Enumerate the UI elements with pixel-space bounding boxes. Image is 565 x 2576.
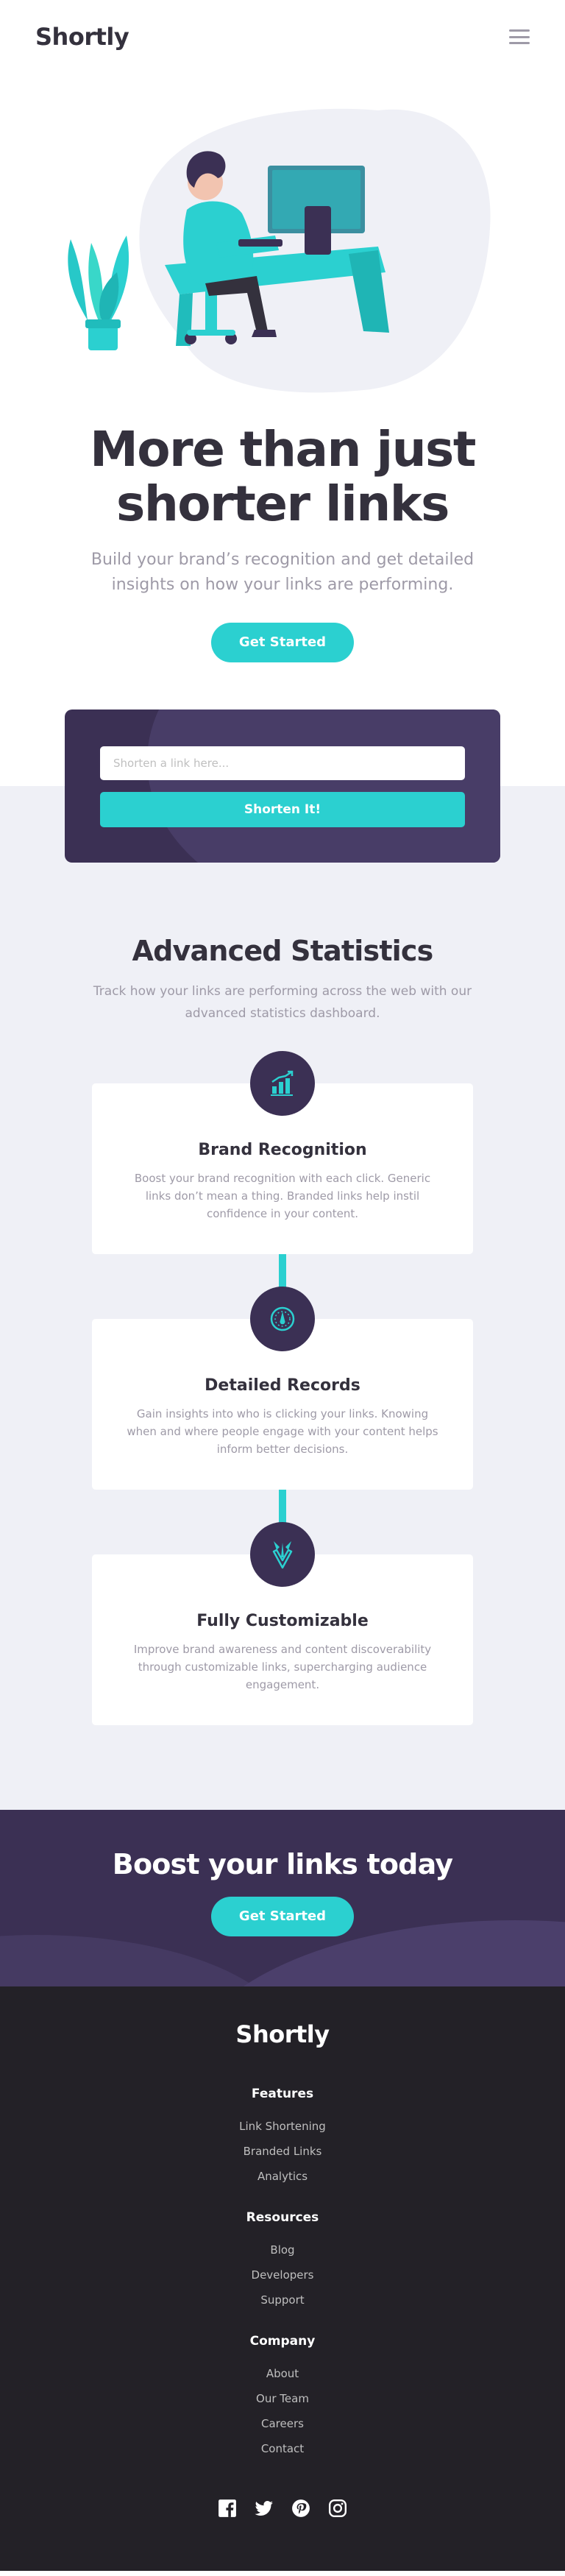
- card-text: Gain insights into who is clicking your …: [127, 1407, 438, 1456]
- footer-link-our-team[interactable]: Our Team: [0, 2391, 565, 2406]
- brush-icon: [250, 1522, 315, 1587]
- hero-title: More than just shorter links: [0, 422, 565, 531]
- footer-features: Features Link Shortening Branded Links A…: [0, 2087, 565, 2184]
- working-illustration: [54, 96, 511, 405]
- stats-title: Advanced Statistics: [132, 935, 434, 967]
- card-text: Improve brand awareness and content disc…: [133, 1643, 432, 1691]
- twitter-icon[interactable]: [255, 2499, 274, 2518]
- footer-heading: Features: [251, 2087, 314, 2101]
- statistics-section: Advanced Statistics Track how your links…: [0, 868, 565, 1810]
- instagram-icon[interactable]: [328, 2499, 347, 2518]
- stat-card: Detailed Records Gain insights into who …: [92, 1287, 473, 1490]
- site-footer: Shortly Features Link Shortening Branded…: [0, 1986, 565, 2571]
- shorten-section: Shorten It!: [0, 710, 565, 874]
- site-header: Shortly: [0, 0, 565, 74]
- hero-title-line-2: shorter links: [116, 475, 449, 532]
- card-detailed-records: Detailed Records Gain insights into who …: [92, 1287, 473, 1490]
- gauge-icon: [250, 1287, 315, 1351]
- shorten-link-input[interactable]: [100, 746, 465, 780]
- footer-heading: Company: [249, 2334, 316, 2349]
- footer-heading: Resources: [246, 2210, 319, 2225]
- stats-subtitle: Track how your links are performing acro…: [93, 984, 472, 1021]
- logo[interactable]: Shortly: [35, 23, 129, 51]
- hero-title-line-1: More than just: [90, 421, 476, 478]
- footer-link-link-shortening[interactable]: Link Shortening: [0, 2119, 565, 2134]
- footer-link-blog[interactable]: Blog: [0, 2243, 565, 2257]
- footer-link-support[interactable]: Support: [0, 2293, 565, 2307]
- chart-icon: [250, 1051, 315, 1116]
- boost-get-started-button[interactable]: Get Started: [211, 1897, 354, 1936]
- footer-link-analytics[interactable]: Analytics: [0, 2169, 565, 2184]
- stat-card: Brand Recognition Boost your brand recog…: [92, 1051, 473, 1254]
- hamburger-menu-icon[interactable]: [509, 29, 530, 44]
- card-title: Brand Recognition: [198, 1141, 367, 1159]
- decorative-wave: [0, 1935, 294, 1986]
- footer-link-branded-links[interactable]: Branded Links: [0, 2144, 565, 2159]
- pinterest-icon[interactable]: [291, 2499, 310, 2518]
- shorten-it-button[interactable]: Shorten It!: [100, 792, 465, 827]
- footer-resources: Resources Blog Developers Support: [0, 2210, 565, 2307]
- footer-link-about[interactable]: About: [0, 2366, 565, 2381]
- card-title: Fully Customizable: [196, 1612, 369, 1630]
- card-text: Boost your brand recognition with each c…: [134, 1172, 431, 1220]
- shorten-form: Shorten It!: [65, 710, 500, 863]
- footer-link-contact[interactable]: Contact: [0, 2441, 565, 2456]
- boost-title: Boost your links today: [112, 1848, 453, 1880]
- footer-link-developers[interactable]: Developers: [0, 2268, 565, 2282]
- footer-link-careers[interactable]: Careers: [0, 2416, 565, 2431]
- hero-subtitle: Build your brand’s recognition and get d…: [90, 551, 475, 594]
- social-links: [0, 2499, 565, 2518]
- stats-cards: Brand Recognition Boost your brand recog…: [0, 1051, 565, 1725]
- footer-company: Company About Our Team Careers Contact: [0, 2334, 565, 2456]
- card-fully-customizable: Fully Customizable Improve brand awarene…: [92, 1522, 473, 1725]
- card-title: Detailed Records: [205, 1376, 360, 1395]
- boost-section: Boost your links today Get Started: [0, 1810, 565, 1986]
- stat-card: Fully Customizable Improve brand awarene…: [92, 1522, 473, 1725]
- decorative-blob: [147, 710, 500, 863]
- hero-section: More than just shorter links Build your …: [0, 96, 565, 662]
- get-started-button[interactable]: Get Started: [211, 623, 354, 662]
- facebook-icon[interactable]: [218, 2499, 237, 2518]
- card-brand-recognition: Brand Recognition Boost your brand recog…: [92, 1051, 473, 1254]
- footer-logo[interactable]: Shortly: [0, 2020, 565, 2048]
